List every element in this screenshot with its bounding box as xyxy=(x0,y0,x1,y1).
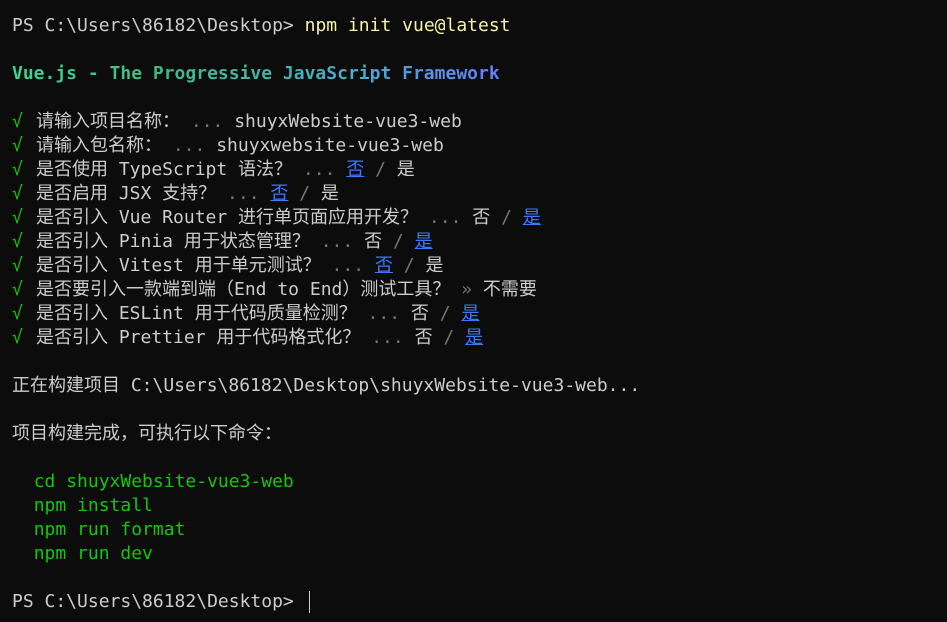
separator: ... xyxy=(190,111,224,132)
option-no: 否 xyxy=(346,159,365,180)
option-yes: 是 xyxy=(465,327,484,348)
option-yes: 是 xyxy=(461,303,480,324)
check-icon: √ xyxy=(12,207,23,228)
question-text: 是否引入 ESLint 用于代码质量检测？ xyxy=(36,303,357,324)
option-yes: 是 xyxy=(396,159,415,180)
question-text: 是否使用 TypeScript 语法？ xyxy=(36,159,293,180)
separator: ... xyxy=(227,183,260,204)
question-text: 是否引入 Vue Router 进行单页面应用开发？ xyxy=(36,207,419,228)
option-divider: / xyxy=(439,303,451,324)
question-line: √ 是否使用 TypeScript 语法？ ... 否 / 是 xyxy=(12,158,947,182)
option-no: 否 xyxy=(270,183,289,204)
shell-prompt: PS C:\Users\86182\Desktop> xyxy=(12,15,305,36)
option-yes: 是 xyxy=(414,231,433,252)
option-no: 否 xyxy=(374,255,393,276)
option-yes: 是 xyxy=(522,207,541,228)
option-divider: / xyxy=(299,183,311,204)
question-text: 是否启用 JSX 支持？ xyxy=(36,183,217,204)
question-line: √ 是否引入 Prettier 用于代码格式化？ ... 否 / 是 xyxy=(12,326,947,350)
question-text: 是否引入 Prettier 用于代码格式化？ xyxy=(36,327,361,348)
question-text: 是否要引入一款端到端（End to End）测试工具？ xyxy=(36,279,451,300)
question-list: √ 请输入项目名称： ... shuyxWebsite-vue3-web √ 请输入… xyxy=(12,110,947,350)
command-line: PS C:\Users\86182\Desktop> npm init vue@… xyxy=(12,14,947,38)
check-icon: √ xyxy=(12,159,23,180)
question-text: 是否引入 Pinia 用于状态管理？ xyxy=(36,231,310,252)
banner-line: Vue.js - The Progressive JavaScript Fram… xyxy=(12,62,947,86)
check-icon: √ xyxy=(12,111,23,132)
next-command-text: npm run format xyxy=(33,519,186,540)
done-line: 项目构建完成，可执行以下命令： xyxy=(12,422,947,446)
option-divider: / xyxy=(443,327,455,348)
check-icon: √ xyxy=(12,135,23,156)
separator: ... xyxy=(331,255,365,276)
question-line: √ 是否要引入一款端到端（End to End）测试工具？ » 不需要 xyxy=(12,278,947,302)
question-line: √ 是否引入 Pinia 用于状态管理？ ... 否 / 是 xyxy=(12,230,947,254)
next-command-text: npm run dev xyxy=(33,543,153,564)
option-divider: / xyxy=(501,207,512,228)
text-cursor[interactable] xyxy=(308,591,310,613)
option-divider: / xyxy=(392,231,404,252)
next-command: npm install xyxy=(12,494,947,518)
question-text: 是否引入 Vitest 用于单元测试？ xyxy=(36,255,321,276)
separator: ... xyxy=(428,207,462,228)
building-line: 正在构建项目 C:\Users\86182\Desktop\shuyxWebsi… xyxy=(12,374,947,398)
done-message: 项目构建完成，可执行以下命令： xyxy=(12,423,282,444)
separator: ... xyxy=(320,231,354,252)
option-divider: / xyxy=(403,255,415,276)
question-line: √ 是否启用 JSX 支持？ ... 否 / 是 xyxy=(12,182,947,206)
separator: ... xyxy=(367,303,401,324)
vue-banner: Vue.js - The Progressive JavaScript Fram… xyxy=(12,63,500,84)
option-yes: 是 xyxy=(320,183,339,204)
question-line: √ 是否引入 ESLint 用于代码质量检测？ ... 否 / 是 xyxy=(12,302,947,326)
question-line: √ 是否引入 Vitest 用于单元测试？ ... 否 / 是 xyxy=(12,254,947,278)
command-text: npm init vue@latest xyxy=(304,15,511,36)
input-line[interactable]: PS C:\Users\86182\Desktop> xyxy=(12,590,947,614)
check-icon: √ xyxy=(12,183,23,204)
next-command: cd shuyxWebsite-vue3-web xyxy=(12,470,947,494)
check-icon: √ xyxy=(12,327,23,348)
option-no: 否 xyxy=(472,207,491,228)
separator: » xyxy=(461,279,473,300)
check-icon: √ xyxy=(12,231,23,252)
answer-text: 不需要 xyxy=(482,279,537,300)
answer-text: shuyxWebsite-vue3-web xyxy=(234,111,462,132)
next-command: npm run format xyxy=(12,518,947,542)
next-command: npm run dev xyxy=(12,542,947,566)
building-message: 正在构建项目 C:\Users\86182\Desktop\shuyxWebsi… xyxy=(12,375,641,396)
next-command-text: npm install xyxy=(33,495,153,516)
option-no: 否 xyxy=(410,303,429,324)
question-line: √ 是否引入 Vue Router 进行单页面应用开发？ ... 否 / 是 xyxy=(12,206,947,230)
question-line: √ 请输入项目名称： ... shuyxWebsite-vue3-web xyxy=(12,110,947,134)
question-line: √ 请输入包名称： ... shuyxwebsite-vue3-web xyxy=(12,134,947,158)
option-yes: 是 xyxy=(425,255,444,276)
separator: ... xyxy=(371,327,404,348)
option-no: 否 xyxy=(364,231,383,252)
separator: ... xyxy=(302,159,336,180)
check-icon: √ xyxy=(12,255,23,276)
terminal-window[interactable]: PS C:\Users\86182\Desktop> npm init vue@… xyxy=(0,0,947,622)
question-text: 请输入项目名称： xyxy=(36,111,180,132)
shell-prompt: PS C:\Users\86182\Desktop> xyxy=(12,591,305,612)
next-command-text: cd shuyxWebsite-vue3-web xyxy=(33,471,294,492)
check-icon: √ xyxy=(12,279,23,300)
option-no: 否 xyxy=(414,327,433,348)
answer-text: shuyxwebsite-vue3-web xyxy=(216,135,444,156)
check-icon: √ xyxy=(12,303,23,324)
question-text: 请输入包名称： xyxy=(36,135,162,156)
separator: ... xyxy=(172,135,206,156)
option-divider: / xyxy=(375,159,386,180)
